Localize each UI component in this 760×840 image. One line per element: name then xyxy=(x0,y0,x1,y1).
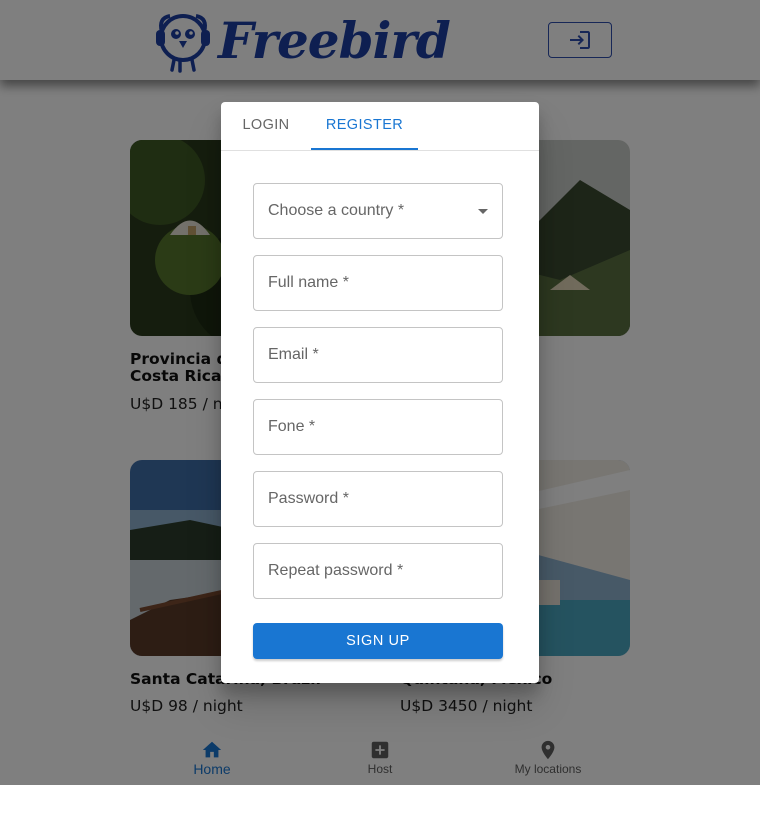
repeat-password-field[interactable]: Repeat password * xyxy=(253,543,503,599)
tab-login[interactable]: LOGIN xyxy=(221,102,311,150)
country-label: Choose a country * xyxy=(268,202,405,219)
full-name-field[interactable]: Full name * xyxy=(253,255,503,311)
auth-tabs: LOGIN REGISTER xyxy=(221,102,539,151)
phone-label: Fone * xyxy=(268,418,316,435)
email-label: Email * xyxy=(268,346,319,363)
password-label: Password * xyxy=(268,490,349,507)
app-root: Freebird Provincia de A xyxy=(0,0,760,840)
tab-register[interactable]: REGISTER xyxy=(311,102,418,150)
phone-field[interactable]: Fone * xyxy=(253,399,503,455)
repeat-password-label: Repeat password * xyxy=(268,562,404,579)
full-name-label: Full name * xyxy=(268,274,349,291)
password-field[interactable]: Password * xyxy=(253,471,503,527)
email-field[interactable]: Email * xyxy=(253,327,503,383)
dropdown-arrow-icon xyxy=(478,209,488,214)
country-select[interactable]: Choose a country * xyxy=(253,183,503,239)
sign-up-button[interactable]: SIGN UP xyxy=(253,623,503,659)
auth-dialog: LOGIN REGISTER Choose a country * Full n… xyxy=(221,102,539,683)
